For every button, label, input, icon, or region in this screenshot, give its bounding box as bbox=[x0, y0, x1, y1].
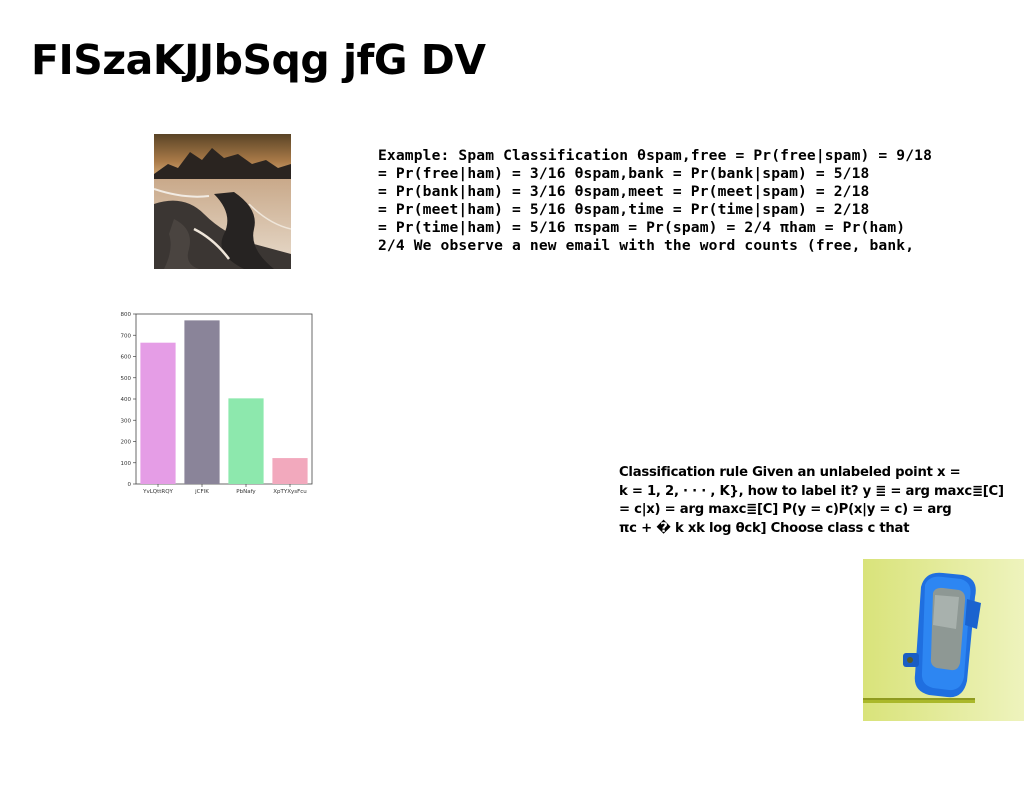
y-tick-label: 500 bbox=[121, 376, 132, 382]
rule-line: Classification rule Given an unlabeled p… bbox=[619, 465, 961, 480]
rule-line: k = 1, 2, · · · , K}, how to label it? y… bbox=[619, 483, 1004, 499]
spam-example-text: Example: Spam Classification θspam,free … bbox=[378, 147, 1018, 255]
watch-photo bbox=[863, 559, 1024, 721]
bar bbox=[140, 342, 176, 484]
example-line: = Pr(bank|ham) = 3/16 θspam,meet = Pr(me… bbox=[378, 183, 870, 200]
bar bbox=[228, 398, 264, 484]
example-line: 2/4 We observe a new email with the word… bbox=[378, 237, 915, 254]
example-line: = Pr(meet|ham) = 5/16 θspam,time = Pr(ti… bbox=[378, 201, 870, 218]
classification-rule-text: Classification rule Given an unlabeled p… bbox=[619, 464, 1024, 538]
landscape-photo bbox=[154, 134, 291, 269]
y-tick-label: 300 bbox=[121, 418, 132, 424]
bar-chart: 0 100 200 300 400 500 600 700 800 YvLQttRQY jCFlK P… bbox=[112, 306, 322, 501]
y-tick-label: 800 bbox=[121, 312, 132, 318]
x-tick-label: YvLQttRQY bbox=[142, 489, 173, 495]
y-tick-label: 0 bbox=[128, 482, 132, 488]
bar bbox=[272, 458, 308, 484]
bar-chart-svg: 0 100 200 300 400 500 600 700 800 YvLQttRQY jCFlK P… bbox=[121, 312, 313, 495]
rule-line: = c|x) = arg maxc≣[C] P(y = c)P(x|y = c)… bbox=[619, 502, 952, 517]
x-tick-label: XpTYXysFcu bbox=[273, 489, 307, 495]
x-tick-label: jCFlK bbox=[194, 489, 209, 495]
example-line: = Pr(time|ham) = 5/16 πspam = Pr(spam) =… bbox=[378, 219, 906, 236]
bar bbox=[184, 320, 220, 484]
slide-title: FISzaKJJbSqg jfG DV bbox=[31, 36, 486, 84]
y-tick-label: 100 bbox=[121, 461, 132, 467]
blue-smartwatch-photo-icon bbox=[863, 559, 1024, 721]
example-line: = Pr(free|ham) = 3/16 θspam,bank = Pr(ba… bbox=[378, 165, 870, 182]
example-line: Example: Spam Classification θspam,free … bbox=[378, 147, 933, 164]
rule-line: πc + � k xk log θck] Choose class c that bbox=[619, 520, 910, 536]
y-tick-label: 700 bbox=[121, 333, 132, 339]
x-tick-label: PbNafy bbox=[236, 489, 256, 495]
y-tick-label: 400 bbox=[121, 397, 132, 403]
rocky-seascape-photo-icon bbox=[154, 134, 291, 269]
y-tick-label: 600 bbox=[121, 355, 132, 361]
y-tick-label: 200 bbox=[121, 440, 132, 446]
